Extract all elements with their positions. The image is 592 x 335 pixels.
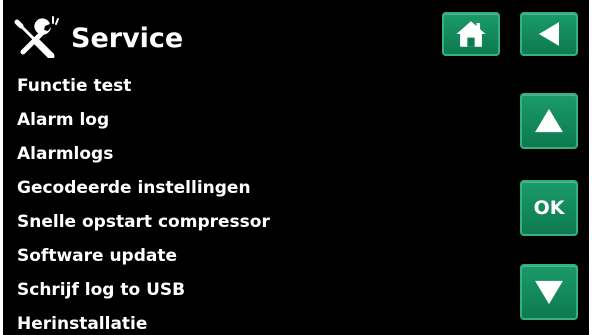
- menu-item-software-update[interactable]: Software update: [17, 239, 457, 273]
- menu-item-alarmlogs[interactable]: Alarmlogs: [17, 137, 457, 171]
- arrow-down-icon: [535, 280, 563, 305]
- scroll-down-button[interactable]: [520, 264, 578, 320]
- service-menu: Functie test Alarm log Alarmlogs Gecodee…: [17, 69, 457, 335]
- scroll-up-button[interactable]: [520, 93, 578, 149]
- home-button[interactable]: [442, 12, 500, 56]
- header: Service: [3, 0, 589, 70]
- page-title: Service: [71, 23, 184, 54]
- ok-button[interactable]: OK: [520, 180, 578, 236]
- ok-label: OK: [533, 197, 565, 219]
- back-button[interactable]: [520, 12, 578, 56]
- menu-item-snelle-opstart-compressor[interactable]: Snelle opstart compressor: [17, 205, 457, 239]
- menu-item-functie-test[interactable]: Functie test: [17, 69, 457, 103]
- wrench-screwdriver-icon: [13, 14, 61, 60]
- arrow-up-icon: [535, 108, 563, 133]
- menu-item-alarm-log[interactable]: Alarm log: [17, 103, 457, 137]
- menu-item-herinstallatie[interactable]: Herinstallatie: [17, 307, 457, 335]
- service-screen: Service Functie test Alarm log Alarmlogs…: [3, 0, 589, 335]
- menu-item-gecodeerde-instellingen[interactable]: Gecodeerde instellingen: [17, 171, 457, 205]
- home-icon: [456, 21, 486, 47]
- back-arrow-icon: [539, 22, 559, 46]
- menu-item-schrijf-log-to-usb[interactable]: Schrijf log to USB: [17, 273, 457, 307]
